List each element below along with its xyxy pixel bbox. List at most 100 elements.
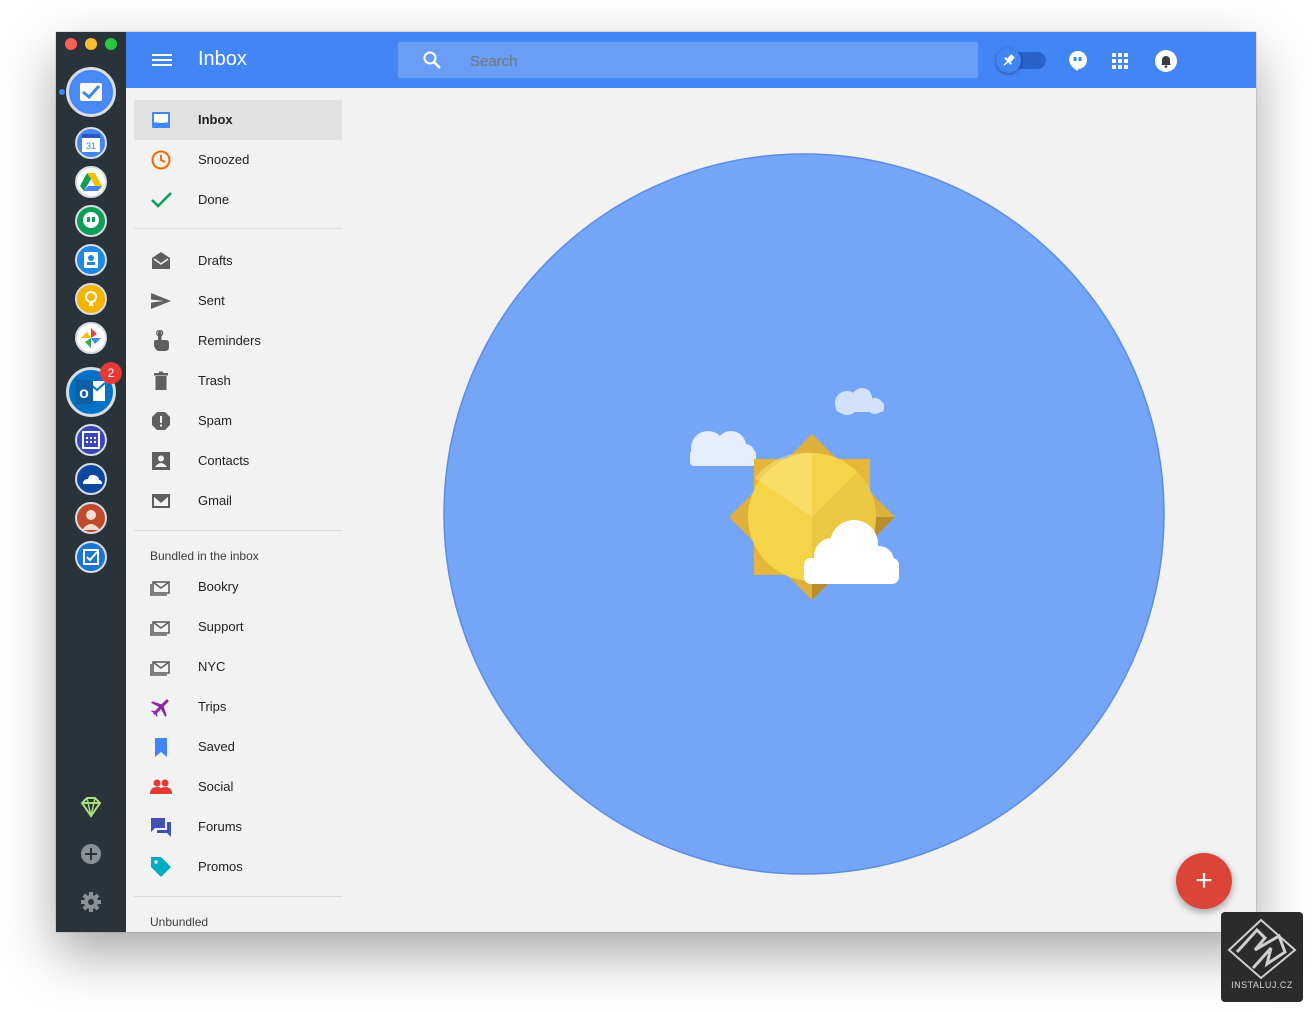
gmail-icon [152,494,170,508]
diamond-icon[interactable] [78,794,104,820]
nav-label: Done [198,192,230,207]
outlook-letter: o [79,385,89,402]
nav-sidebar: Inbox Snoozed Done Drafts Sent Reminders… [126,88,342,932]
nav-label: Snoozed [198,152,250,167]
unbundled-section-header: Unbundled [150,915,209,929]
bookmark-icon [155,738,167,757]
add-app-icon[interactable] [81,844,101,864]
forum-chat-icon [151,818,171,837]
trash-icon [154,371,168,390]
watermark-badge: INSTALUJ.CZ [1221,912,1303,1002]
search-input[interactable] [468,48,952,74]
calendar-app-icon[interactable]: 31 [75,127,107,159]
pin-toggle[interactable] [996,48,1046,73]
hangouts-app-icon[interactable] [75,205,107,237]
nav-item-drafts[interactable]: Drafts [134,241,342,281]
minimize-window-button[interactable] [85,38,97,50]
send-icon [151,293,171,309]
nav-label: Spam [198,413,232,428]
nav-divider [134,530,342,531]
inbox-tray-icon [152,112,170,128]
nav-label: Bookry [198,579,239,594]
nav-label: Sent [198,293,225,308]
nav-label: Trips [198,699,227,714]
nav-item-promos[interactable]: Promos [134,847,342,887]
nav-label: Trash [198,373,231,388]
menu-icon[interactable] [152,52,172,68]
nav-item-reminders[interactable]: Reminders [134,321,342,361]
photos-app-icon[interactable] [75,322,107,354]
nav-label: Reminders [198,333,261,348]
app-window: 31 o 2 Inbox Search Inbox Snoozed Done D… [56,32,1256,932]
nav-item-trips[interactable]: Trips [134,687,342,727]
nav-label: Promos [198,859,243,874]
nav-divider [134,896,342,897]
clock-icon [151,150,171,170]
nav-label: Forums [198,819,243,834]
calendar-day-label: 31 [86,141,96,151]
contact-card-icon [152,452,170,470]
nav-item-saved[interactable]: Saved [134,727,342,767]
top-app-bar: Inbox [126,32,1256,88]
nav-label: Gmail [198,493,232,508]
profile-app-icon[interactable] [75,502,107,534]
people-icon [150,779,172,794]
nav-item-spam[interactable]: Spam [134,401,342,441]
onedrive-app-icon[interactable] [75,463,107,495]
nav-label: Social [198,779,234,794]
nav-item-snoozed[interactable]: Snoozed [134,140,342,180]
nav-label: Drafts [198,253,233,268]
nav-divider [134,228,342,229]
nav-item-trash[interactable]: Trash [134,361,342,401]
nav-item-forums[interactable]: Forums [134,807,342,847]
nav-item-social[interactable]: Social [134,767,342,807]
watermark-logo [1227,918,1297,980]
watermark-text: INSTALUJ.CZ [1231,980,1293,990]
nav-label: Support [198,619,244,634]
close-window-button[interactable] [65,38,77,50]
pin-icon [996,48,1021,73]
bundled-section-header: Bundled in the inbox [150,549,259,563]
nav-label: NYC [198,659,226,674]
tasks-app-icon[interactable] [75,541,107,573]
nav-label: Contacts [198,453,250,468]
zoom-window-button[interactable] [105,38,117,50]
nav-item-inbox[interactable]: Inbox [134,100,342,140]
search-icon [422,50,442,70]
nav-label: Saved [198,739,235,754]
apps-grid-icon[interactable] [1112,53,1128,69]
nav-item-contacts[interactable]: Contacts [134,441,342,481]
settings-gear-icon[interactable] [80,891,102,913]
nav-item-bookry[interactable]: Bookry [134,567,342,607]
airplane-icon [151,699,169,717]
nav-item-done[interactable]: Done [134,180,342,220]
page-title: Inbox [198,48,247,70]
nav-item-sent[interactable]: Sent [134,281,342,321]
pointing-hand-icon [154,330,169,351]
drafts-icon [152,252,170,269]
contacts-app-icon[interactable] [75,244,107,276]
bundle-envelope-icon [150,661,170,676]
hangouts-icon[interactable] [1068,50,1088,72]
inbox-app-icon[interactable] [66,67,116,117]
spam-alert-icon [152,412,170,430]
keep-app-icon[interactable] [75,283,107,315]
app-rail: 31 o 2 [56,32,126,932]
compose-fab-button[interactable]: + [1176,853,1232,909]
search-bar[interactable] [398,42,978,78]
nav-label: Inbox [198,112,233,127]
tag-icon [151,857,171,877]
inbox-content: + [342,88,1256,932]
active-indicator [59,89,65,95]
bundle-envelope-icon [150,621,170,636]
drive-app-icon[interactable] [75,166,107,198]
nav-item-support[interactable]: Support [134,607,342,647]
checkmark-icon [151,192,172,208]
notifications-bell-icon[interactable] [1155,50,1177,72]
unread-badge: 2 [100,362,122,384]
bundle-envelope-icon [150,581,170,596]
outlook-calendar-app-icon[interactable] [75,424,107,456]
nav-item-nyc[interactable]: NYC [134,647,342,687]
inbox-zero-illustration [443,153,1165,875]
nav-item-gmail[interactable]: Gmail [134,481,342,521]
